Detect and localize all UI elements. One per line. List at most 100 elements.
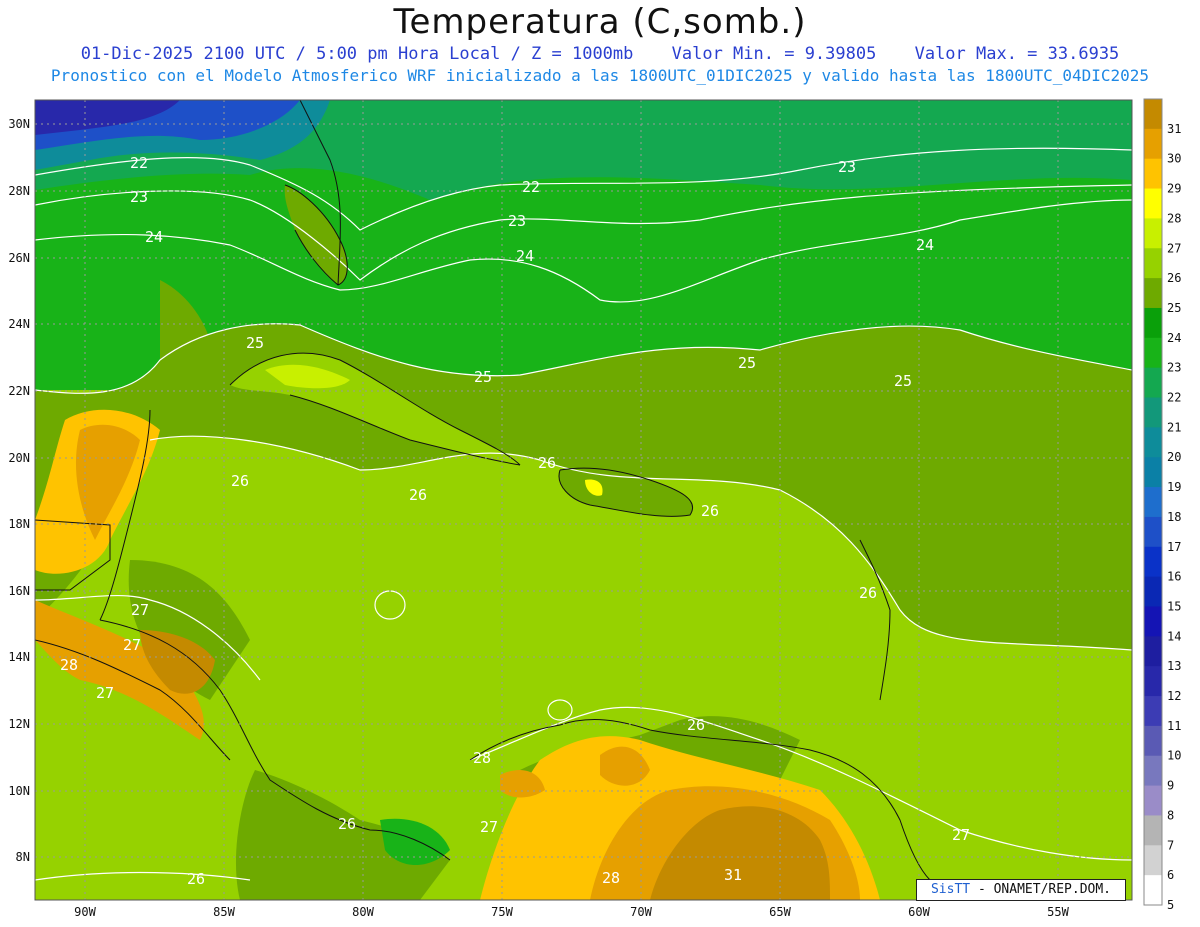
contour-label: 22 (522, 178, 540, 196)
colorbar-tick-label: 29 (1167, 182, 1181, 196)
colorbar-swatch (1144, 636, 1162, 667)
colorbar-swatch (1144, 367, 1162, 399)
lat-tick-label: 8N (16, 850, 30, 864)
contour-label: 27 (123, 636, 141, 654)
contour-label: 25 (738, 354, 756, 372)
contour-label: 25 (474, 368, 492, 386)
lat-tick-label: 14N (8, 650, 30, 664)
map-field (35, 100, 1132, 900)
colorbar-swatch (1144, 248, 1162, 279)
colorbar-swatch (1144, 218, 1162, 249)
contour-label: 23 (508, 212, 526, 230)
lon-tick-label: 65W (769, 905, 791, 919)
colorbar-swatch (1144, 845, 1162, 876)
contour-label: 26 (338, 815, 356, 833)
colorbar-tick-label: 22 (1167, 391, 1181, 405)
colorbar-tick-label: 15 (1167, 599, 1181, 613)
colorbar-swatch (1144, 278, 1162, 309)
colorbar-swatch (1144, 875, 1162, 906)
lon-tick-label: 80W (352, 905, 374, 919)
colorbar-tick-label: 27 (1167, 241, 1181, 255)
colorbar-tick-label: 31 (1167, 122, 1181, 136)
colorbar-tick-label: 10 (1167, 749, 1181, 763)
colorbar-tick-label: 30 (1167, 152, 1181, 166)
colorbar-swatch (1144, 397, 1162, 428)
colorbar-tick-label: 26 (1167, 271, 1181, 285)
colorbar-swatch (1144, 815, 1162, 846)
colorbar-swatch (1144, 307, 1162, 339)
colorbar-swatch (1144, 427, 1162, 458)
contour-label: 27 (480, 818, 498, 836)
colorbar-swatch (1144, 158, 1162, 190)
colorbar-swatch (1144, 516, 1162, 548)
contour-label: 28 (602, 869, 620, 887)
contour-label: 27 (96, 684, 114, 702)
contour-label: 26 (409, 486, 427, 504)
lon-axis: 90W 85W 80W 75W 70W 65W 60W 55W (74, 905, 1069, 919)
lon-tick-label: 60W (908, 905, 930, 919)
contour-label: 28 (60, 656, 78, 674)
colorbar-swatch (1144, 666, 1162, 697)
colorbar-tick-label: 13 (1167, 659, 1181, 673)
colorbar-swatch (1144, 785, 1162, 816)
colorbar-tick-label: 11 (1167, 719, 1181, 733)
contour-label: 31 (724, 866, 742, 884)
lat-tick-label: 24N (8, 317, 30, 331)
colorbar-tick-label: 17 (1167, 540, 1181, 554)
colorbar-swatch (1144, 606, 1162, 637)
colorbar-swatch (1144, 457, 1162, 488)
colorbar-tick-label: 25 (1167, 301, 1181, 315)
colorbar-tick-label: 9 (1167, 779, 1174, 793)
credit-box: SisTT - ONAMET/REP.DOM. (916, 879, 1126, 901)
contour-label: 26 (687, 716, 705, 734)
colorbar-swatch (1144, 725, 1162, 757)
colorbar-swatch (1144, 546, 1162, 578)
lat-tick-label: 22N (8, 384, 30, 398)
colorbar-tick-label: 7 (1167, 838, 1174, 852)
lon-tick-label: 70W (630, 905, 652, 919)
credit-text: - ONAMET/REP.DOM. (977, 882, 1112, 897)
contour-label: 22 (130, 154, 148, 172)
colorbar-tick-label: 21 (1167, 420, 1181, 434)
lat-tick-label: 18N (8, 517, 30, 531)
colorbar: 31 30 29 28 27 26 25 24 23 22 21 20 19 18 17 16 15 14 13 12… (1143, 98, 1181, 912)
lat-tick-label: 28N (8, 184, 30, 198)
lat-axis: 30N 28N 26N 24N 22N 20N 18N 16N 14N 12N … (8, 117, 30, 864)
colorbar-swatch (1144, 696, 1162, 727)
contour-label: 26 (859, 584, 877, 602)
lat-tick-label: 12N (8, 717, 30, 731)
lon-tick-label: 75W (491, 905, 513, 919)
colorbar-swatch (1144, 576, 1162, 607)
temperature-map: 22 23 24 22 23 24 23 24 25 25 25 25 26 2… (8, 98, 1181, 919)
lat-tick-label: 20N (8, 451, 30, 465)
contour-label: 26 (538, 454, 556, 472)
lat-tick-label: 26N (8, 251, 30, 265)
colorbar-tick-label: 24 (1167, 331, 1181, 345)
contour-label: 24 (145, 228, 163, 246)
sistt-logo: SisTT (930, 882, 971, 897)
contour-label: 27 (952, 826, 970, 844)
colorbar-tick-label: 19 (1167, 480, 1181, 494)
colorbar-tick-label: 20 (1167, 450, 1181, 464)
lon-tick-label: 55W (1047, 905, 1069, 919)
contour-label: 27 (131, 601, 149, 619)
contour-label: 26 (701, 502, 719, 520)
colorbar-swatch (1144, 99, 1162, 130)
colorbar-tick-label: 14 (1167, 629, 1181, 643)
colorbar-tick-label: 23 (1167, 361, 1181, 375)
lat-tick-label: 16N (8, 584, 30, 598)
contour-label: 26 (231, 472, 249, 490)
colorbar-tick-label: 5 (1167, 898, 1174, 912)
lon-tick-label: 90W (74, 905, 96, 919)
colorbar-swatch (1144, 128, 1162, 160)
contour-label: 28 (473, 749, 491, 767)
colorbar-swatch (1144, 337, 1162, 369)
colorbar-tick-label: 16 (1167, 570, 1181, 584)
colorbar-tick-label: 28 (1167, 211, 1181, 225)
contour-label: 26 (187, 870, 205, 888)
lon-tick-label: 85W (213, 905, 235, 919)
contour-label: 24 (916, 236, 934, 254)
colorbar-tick-label: 8 (1167, 808, 1174, 822)
lat-tick-label: 10N (8, 784, 30, 798)
contour-label: 23 (838, 158, 856, 176)
